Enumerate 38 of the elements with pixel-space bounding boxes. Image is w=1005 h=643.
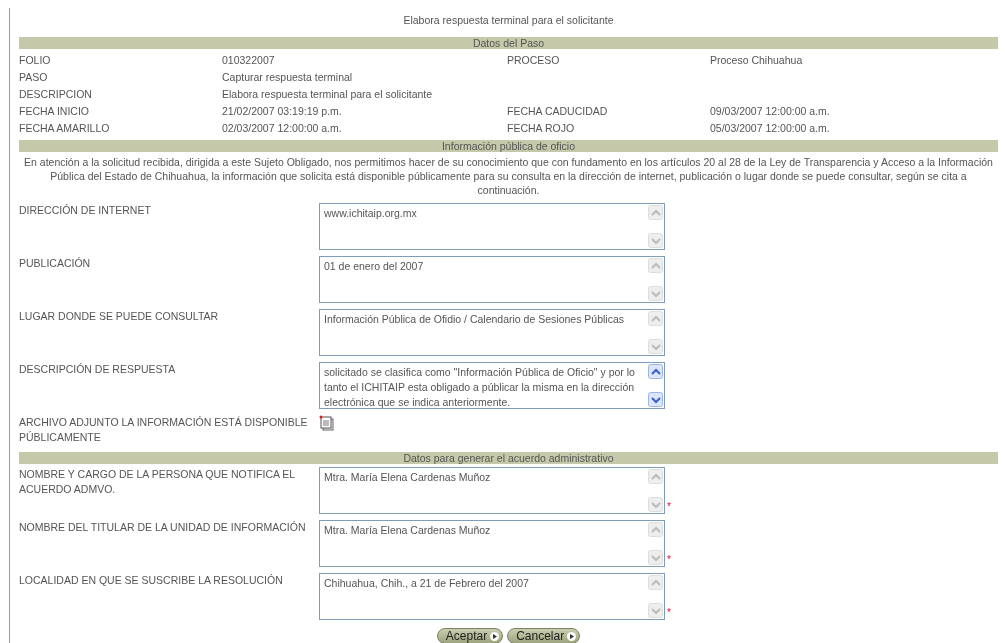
- field-label: DESCRIPCIÓN DE RESPUESTA: [19, 362, 177, 377]
- play-icon: [567, 631, 577, 641]
- field-label: PASO: [19, 70, 49, 85]
- field-label: FOLIO: [19, 53, 52, 68]
- field-label: LOCALIDAD EN QUE SE SUSCRIBE LA RESOLUCIÓN: [19, 573, 284, 588]
- required-mark: *: [667, 606, 671, 620]
- section-header: Datos para generar el acuerdo administrativo: [19, 452, 998, 464]
- field-value: 21/02/2007 03:19:19 p.m.: [222, 104, 343, 119]
- field-label: DESCRIPCION: [19, 87, 93, 102]
- field-value: 010322007: [222, 53, 276, 68]
- field-label: NOMBRE Y CARGO DE LA PERSONA QUE NOTIFICA EL ACUERDO ADMVO.: [19, 467, 296, 497]
- field-label: NOMBRE DEL TITULAR DE LA UNIDAD DE INFORMACIÓN: [19, 520, 307, 535]
- field-label: LUGAR DONDE SE PUEDE CONSULTAR: [19, 309, 220, 324]
- field-label: PROCESO: [507, 53, 561, 68]
- field-value: 09/03/2007 12:00:00 a.m.: [710, 104, 831, 119]
- form-button[interactable]: Cancelar: [507, 628, 581, 643]
- field-label: FECHA INICIO: [19, 104, 90, 119]
- attachment-icon[interactable]: [319, 415, 335, 432]
- text-area[interactable]: solicitado se clasifica como "Información Pública de Oficio" y por lo tanto el ICHITAIP esta obligado a públicar la misma en la dirección electrónica que se indica anteriormente.: [319, 362, 665, 409]
- field-value: Capturar respuesta terminal: [222, 70, 354, 85]
- form-button[interactable]: Aceptar: [436, 628, 504, 643]
- intro-paragraph: En atención a la solicitud recibida, dirigida a este Sujeto Obligado, nos permitimos hacer de su conocimiento que con fundamento en los artículos 20 al 28 de la Ley de Transparencia y Acceso a la Información Pública del Estado de Chihuahua, la información que solicita está disponible públicamente para su consulta en la dirección de internet, publicación o lugar donde se puede consultar, según se cita a continuación.: [23, 155, 994, 197]
- section-header: Datos del Paso: [19, 37, 998, 49]
- field-value: 02/03/2007 12:00:00 a.m.: [222, 121, 343, 136]
- play-icon: [490, 631, 500, 641]
- section-header: Información pública de oficio: [19, 140, 998, 152]
- field-label: FECHA ROJO: [507, 121, 576, 136]
- field-label: ARCHIVO ADJUNTO LA INFORMACIÓN ESTÁ DISPONIBLE PÚBLICAMENTE: [19, 415, 309, 445]
- field-label: FECHA CADUCIDAD: [507, 104, 609, 119]
- required-mark: *: [667, 500, 671, 514]
- field-label: DIRECCIÓN DE INTERNET: [19, 203, 152, 218]
- field-label: PUBLICACIÓN: [19, 256, 92, 271]
- field-value: 05/03/2007 12:00:00 a.m.: [710, 121, 831, 136]
- page-title: Elabora respuesta terminal para el solicitante: [402, 13, 615, 28]
- field-label: FECHA AMARILLO: [19, 121, 111, 136]
- field-value: Proceso Chihuahua: [710, 53, 804, 68]
- field-value: Elabora respuesta terminal para el solicitante: [222, 87, 434, 102]
- required-mark: *: [667, 553, 671, 567]
